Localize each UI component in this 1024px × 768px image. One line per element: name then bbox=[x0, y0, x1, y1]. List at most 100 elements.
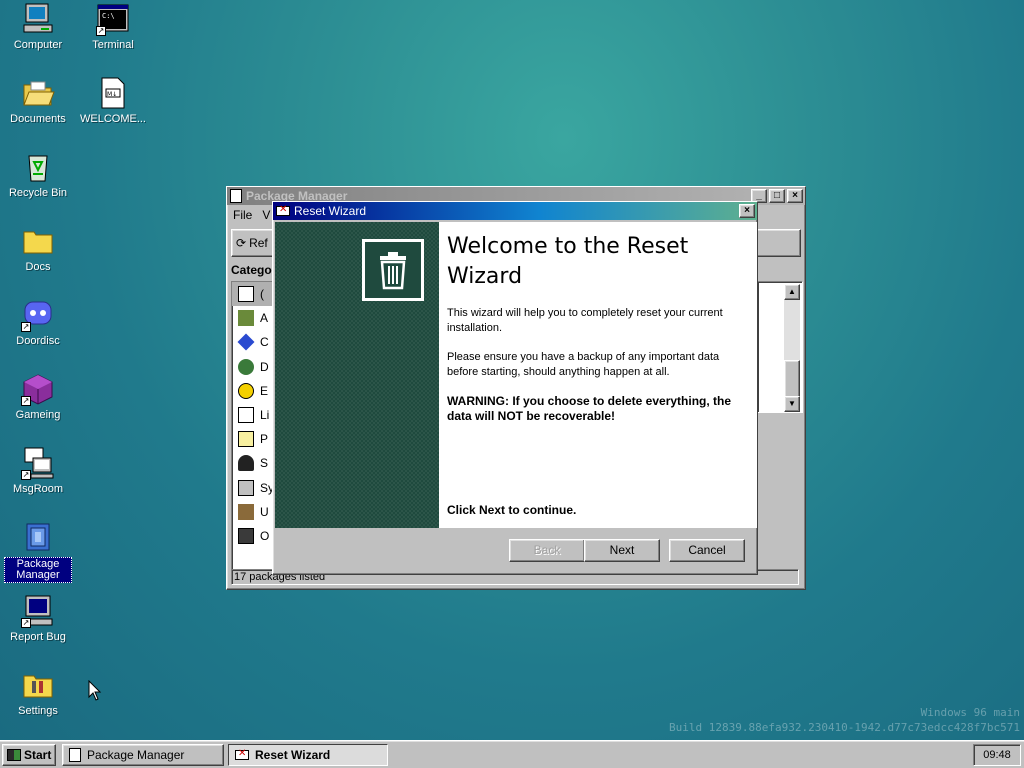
category-item[interactable]: U bbox=[232, 500, 274, 524]
category-item[interactable]: ( bbox=[232, 282, 274, 307]
category-item[interactable]: E bbox=[232, 379, 274, 403]
category-label: E bbox=[260, 383, 269, 398]
category-item[interactable]: D bbox=[232, 355, 274, 379]
toolbox-icon bbox=[238, 310, 254, 327]
game-cube-icon: ↗ bbox=[21, 372, 55, 406]
close-button[interactable]: × bbox=[739, 204, 755, 218]
reset-wizard-titlebar[interactable]: ✕ Reset Wizard × bbox=[273, 202, 757, 220]
desktop-icon-docs[interactable]: Docs bbox=[0, 224, 76, 274]
desktop-icon-label: Terminal bbox=[92, 39, 134, 51]
category-item[interactable]: C bbox=[232, 330, 274, 354]
desktop-icon-label: Computer bbox=[13, 39, 63, 51]
desktop-icon-gameing[interactable]: ↗ Gameing bbox=[0, 372, 76, 422]
scroll-down-button[interactable]: ▼ bbox=[784, 396, 800, 412]
desktop-icon-recycle-bin[interactable]: Recycle Bin bbox=[0, 150, 76, 200]
category-label: U bbox=[260, 504, 269, 519]
desktop-icon-label: Docs bbox=[25, 261, 51, 273]
category-label: O bbox=[260, 528, 270, 543]
next-button[interactable]: Next bbox=[584, 539, 660, 562]
folder-open-icon bbox=[21, 76, 55, 110]
package-icon bbox=[21, 520, 55, 554]
shortcut-arrow-icon: ↗ bbox=[21, 396, 31, 406]
user-icon bbox=[238, 455, 254, 472]
category-label: Li bbox=[260, 408, 270, 423]
trash-can-icon bbox=[362, 239, 424, 301]
svg-text:M↓: M↓ bbox=[107, 91, 117, 98]
reset-wizard-icon: ✕ bbox=[235, 749, 249, 760]
wizard-warning-text: WARNING: If you choose to delete everyth… bbox=[447, 394, 732, 423]
category-label: P bbox=[260, 432, 269, 447]
maximize-button[interactable]: □ bbox=[769, 189, 785, 203]
wizard-backup-text: Please ensure you have a backup of any i… bbox=[447, 351, 720, 378]
scrollbar[interactable]: ▲ ▼ bbox=[784, 284, 800, 412]
folder-icon bbox=[21, 224, 55, 258]
category-list[interactable]: ( A C D E Li P S Sy U O bbox=[231, 281, 275, 571]
taskbar: Start Package Manager ✕ Reset Wizard 09:… bbox=[0, 740, 1024, 768]
terminal-icon bbox=[238, 527, 254, 544]
taskbar-item-reset-wizard[interactable]: ✕ Reset Wizard bbox=[228, 744, 388, 766]
clock[interactable]: 09:48 bbox=[973, 744, 1021, 766]
smiley-icon bbox=[238, 382, 254, 399]
desktop-icon-label: Gameing bbox=[15, 409, 61, 421]
wizard-continue-text: Click Next to continue. bbox=[447, 503, 577, 517]
wizard-content: Welcome to the Reset Wizard This wizard … bbox=[439, 222, 757, 528]
category-label: ( bbox=[260, 287, 264, 302]
desktop-icon-welcome[interactable]: M↓ WELCOME... bbox=[75, 76, 151, 126]
scroll-up-button[interactable]: ▲ bbox=[784, 284, 800, 300]
package-icon bbox=[230, 189, 242, 203]
package-list[interactable]: ▲ ▼ bbox=[757, 281, 803, 413]
menu-file[interactable]: File bbox=[233, 208, 252, 222]
reset-wizard-dialog[interactable]: ✕ Reset Wizard × Welcome to the Reset Wi… bbox=[272, 201, 758, 575]
package-icon bbox=[69, 748, 81, 762]
desktop-icon-label: Recycle Bin bbox=[8, 187, 68, 199]
refresh-button[interactable]: ⟳ Ref bbox=[236, 234, 268, 252]
desktop-icon-package-manager[interactable]: Package Manager bbox=[0, 520, 76, 583]
wizard-side-banner bbox=[275, 222, 439, 528]
close-button[interactable]: × bbox=[787, 189, 803, 203]
desktop-icon-doordisc[interactable]: ↗ Doordisc bbox=[0, 298, 76, 348]
refresh-label: Ref bbox=[249, 236, 268, 250]
desktop-icon-terminal[interactable]: C:\ ↗ Terminal bbox=[75, 2, 151, 52]
cancel-button[interactable]: Cancel bbox=[669, 539, 745, 562]
shortcut-arrow-icon: ↗ bbox=[21, 470, 31, 480]
category-item[interactable]: Li bbox=[232, 403, 274, 427]
shortcut-arrow-icon: ↗ bbox=[21, 618, 31, 628]
package-icon bbox=[238, 286, 254, 303]
taskbar-item-label: Package Manager bbox=[87, 748, 185, 762]
taskbar-item-package-manager[interactable]: Package Manager bbox=[62, 744, 224, 766]
category-label: S bbox=[260, 456, 269, 471]
refresh-icon: ⟳ bbox=[236, 236, 247, 250]
svg-text:C:\: C:\ bbox=[102, 12, 115, 20]
desktop-icon-computer[interactable]: Computer bbox=[0, 2, 76, 52]
computer-icon bbox=[238, 479, 254, 496]
desktop-icon-label: Documents bbox=[10, 113, 66, 125]
menu-view[interactable]: V bbox=[262, 208, 270, 222]
desktop-icon-label: Settings bbox=[18, 705, 58, 717]
desktop-icon-settings[interactable]: Settings bbox=[0, 668, 76, 718]
report-bug-computer-icon: ↗ bbox=[21, 594, 55, 628]
shortcut-arrow-icon: ↗ bbox=[96, 26, 106, 36]
desktop-icon-label: WELCOME... bbox=[79, 113, 146, 125]
back-button[interactable]: Back bbox=[509, 539, 585, 562]
gears-icon bbox=[238, 358, 254, 375]
category-item[interactable]: Sy bbox=[232, 476, 274, 500]
shortcut-arrow-icon: ↗ bbox=[21, 322, 31, 332]
wizard-heading: Welcome to the Reset Wizard bbox=[447, 234, 689, 289]
settings-folder-icon bbox=[21, 668, 55, 702]
chat-computer-icon: ↗ bbox=[21, 446, 55, 480]
build-watermark-line2: Build 12839.88efa932.230410-1942.d77c73e… bbox=[669, 721, 1020, 734]
category-item[interactable]: O bbox=[232, 524, 274, 548]
desktop-icon-documents[interactable]: Documents bbox=[0, 76, 76, 126]
start-button[interactable]: Start bbox=[2, 744, 56, 766]
category-label: C bbox=[260, 335, 269, 350]
desktop-icon-label: Doordisc bbox=[16, 335, 60, 347]
desktop-icon-msgroom[interactable]: ↗ MsgRoom bbox=[0, 446, 76, 496]
category-item[interactable]: P bbox=[232, 427, 274, 451]
wizard-intro-text: This wizard will help you to completely … bbox=[447, 307, 723, 334]
start-logo-icon bbox=[7, 749, 21, 761]
category-item[interactable]: S bbox=[232, 451, 274, 475]
category-item[interactable]: A bbox=[232, 306, 274, 330]
library-icon bbox=[238, 407, 254, 424]
recycle-bin-icon bbox=[21, 150, 55, 184]
desktop-icon-report-bug[interactable]: ↗ Report Bug bbox=[0, 594, 76, 644]
